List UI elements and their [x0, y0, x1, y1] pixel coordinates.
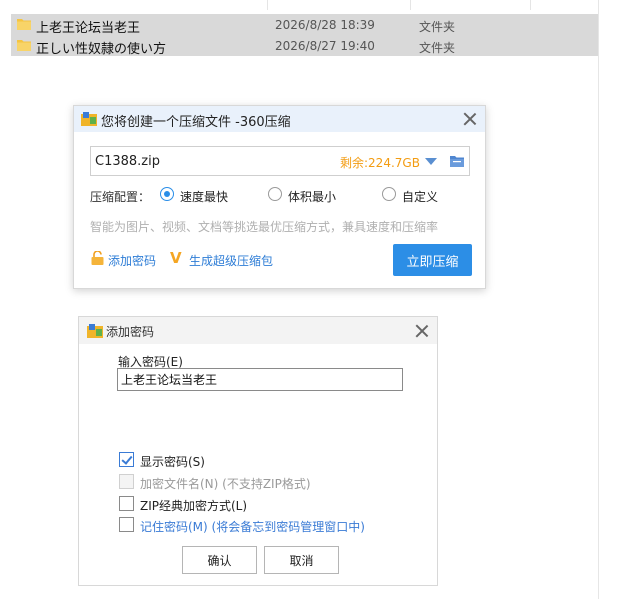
- window-border: [598, 0, 599, 599]
- option-smallest-label[interactable]: 体积最小: [288, 188, 336, 205]
- file-type: 文件夹: [419, 20, 456, 34]
- vip-v-icon: V: [170, 249, 182, 267]
- close-icon[interactable]: [463, 112, 477, 126]
- file-date: 2026/8/27 19:40: [275, 39, 375, 53]
- 360zip-app-icon: [81, 112, 97, 126]
- password-input[interactable]: [117, 368, 403, 391]
- dialog-title: 添加密码: [106, 325, 155, 339]
- file-type: 文件夹: [419, 41, 456, 55]
- file-row[interactable]: 上老王论坛当老王 2026/8/28 18:39 文件夹: [11, 14, 598, 36]
- compress-config-label: 压缩配置：: [90, 190, 151, 204]
- super-archive-link[interactable]: 生成超级压缩包: [189, 252, 273, 269]
- zip-classic-label[interactable]: ZIP经典加密方式(L): [140, 497, 247, 514]
- show-password-checkbox[interactable]: [119, 452, 134, 467]
- column-separator: [267, 0, 268, 10]
- column-separator: [410, 0, 411, 10]
- radio-custom[interactable]: [382, 187, 396, 201]
- radio-smallest[interactable]: [268, 187, 282, 201]
- close-icon[interactable]: [415, 324, 429, 338]
- encrypt-filenames-checkbox: [119, 474, 134, 489]
- remember-password-checkbox[interactable]: [119, 517, 134, 532]
- dropdown-arrow-icon[interactable]: [425, 158, 437, 165]
- column-separator: [530, 0, 531, 10]
- encrypt-filenames-label: 加密文件名(N) (不支持ZIP格式): [140, 477, 311, 491]
- add-password-link[interactable]: 添加密码: [108, 252, 156, 269]
- radio-fastest[interactable]: [160, 187, 174, 201]
- folder-icon: [17, 40, 31, 51]
- compress-hint: 智能为图片、视频、文档等挑选最优压缩方式，兼具速度和压缩率: [90, 220, 439, 234]
- unlock-icon: [91, 251, 104, 265]
- show-password-label[interactable]: 显示密码(S): [140, 453, 205, 470]
- folder-icon: [17, 19, 31, 30]
- remember-password-label[interactable]: 记住密码(M) (将会备忘到密码管理窗口中): [140, 518, 365, 535]
- 360zip-app-icon: [87, 324, 103, 338]
- file-row[interactable]: 正しい性奴隷の使い方 2026/8/27 19:40 文件夹: [11, 35, 598, 57]
- dialog-title: 您将创建一个压缩文件 -360压缩: [101, 115, 291, 130]
- file-date: 2026/8/28 18:39: [275, 18, 375, 32]
- archive-filename-field[interactable]: C1388.zip 剩余:224.7GB: [90, 146, 470, 176]
- create-archive-dialog: 您将创建一个压缩文件 -360压缩 C1388.zip 剩余:224.7GB 压…: [73, 105, 486, 289]
- add-password-dialog: 添加密码 输入密码(E) 显示密码(S) 加密文件名(N) (不支持ZIP格式)…: [78, 316, 438, 586]
- option-fastest-label[interactable]: 速度最快: [180, 188, 228, 205]
- free-space-label: 剩余:224.7GB: [340, 156, 420, 170]
- confirm-button[interactable]: 确认: [182, 546, 257, 574]
- dialog-title-bar: 添加密码: [79, 317, 437, 344]
- file-name: 正しい性奴隷の使い方: [36, 42, 167, 57]
- archive-filename[interactable]: C1388.zip: [95, 154, 160, 169]
- zip-classic-checkbox[interactable]: [119, 496, 134, 511]
- option-custom-label[interactable]: 自定义: [402, 188, 438, 205]
- compress-now-button[interactable]: 立即压缩: [393, 244, 472, 276]
- file-name: 上老王论坛当老王: [36, 21, 141, 36]
- dialog-title-bar: 您将创建一个压缩文件 -360压缩: [74, 106, 485, 132]
- cancel-button[interactable]: 取消: [264, 546, 339, 574]
- browse-folder-icon[interactable]: [450, 155, 464, 167]
